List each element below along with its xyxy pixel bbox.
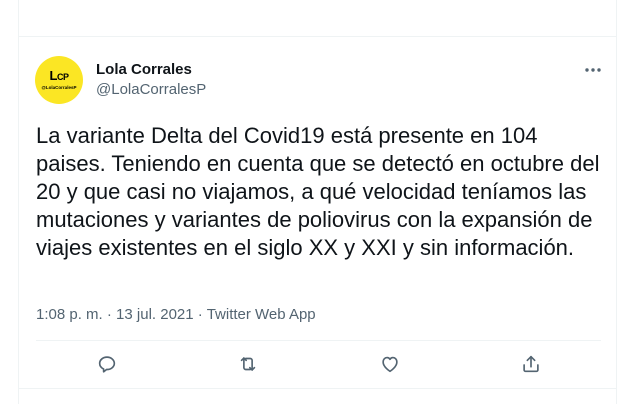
reply-button[interactable] xyxy=(95,352,119,376)
meta-separator: · xyxy=(197,306,203,323)
tweet-time[interactable]: 1:08 p. m. xyxy=(36,306,103,323)
meta-divider xyxy=(36,340,601,341)
tweet-meta: 1:08 p. m. · 13 jul. 2021 · Twitter Web … xyxy=(36,306,316,323)
avatar-logo-handle: @LolaCorralesP xyxy=(41,85,77,90)
avatar[interactable]: LCP @LolaCorralesP xyxy=(35,56,83,104)
more-options-icon[interactable] xyxy=(583,60,603,80)
tweet-source[interactable]: Twitter Web App xyxy=(207,306,316,323)
top-divider xyxy=(19,36,616,37)
share-icon xyxy=(523,355,539,373)
tweet-card: LCP @LolaCorralesP Lola Corrales @LolaCo… xyxy=(18,0,617,404)
author-handle[interactable]: @LolaCorralesP xyxy=(96,81,206,98)
retweet-icon xyxy=(240,357,256,371)
like-button[interactable] xyxy=(378,352,402,376)
meta-separator: · xyxy=(106,306,112,323)
share-button[interactable] xyxy=(519,352,543,376)
reply-icon xyxy=(98,356,116,373)
retweet-button[interactable] xyxy=(236,352,260,376)
avatar-logo: LCP xyxy=(49,68,69,83)
bottom-divider xyxy=(19,388,616,389)
author-name[interactable]: Lola Corrales xyxy=(96,61,192,78)
like-icon xyxy=(382,356,398,373)
tweet-date[interactable]: 13 jul. 2021 xyxy=(116,306,194,323)
tweet-text: La variante Delta del Covid19 está prese… xyxy=(36,123,600,260)
